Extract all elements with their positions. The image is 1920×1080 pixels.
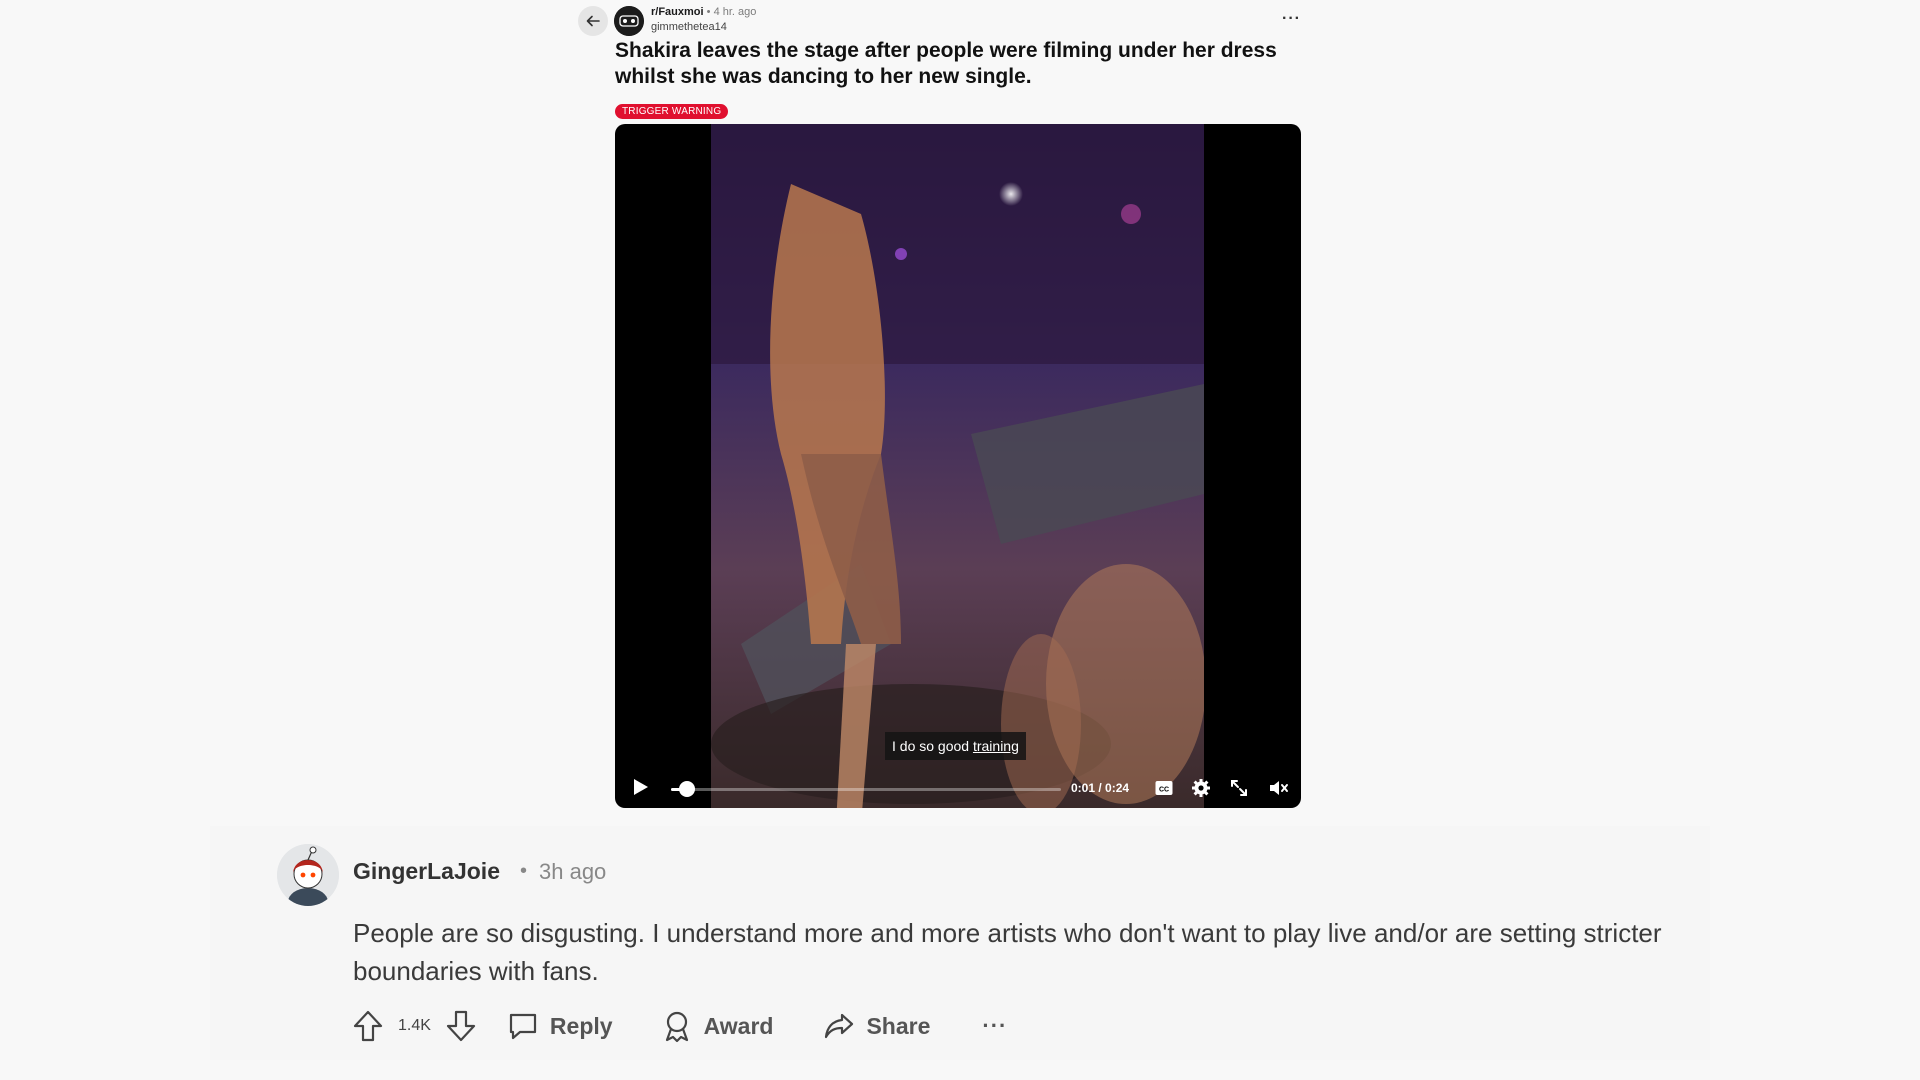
post-flair[interactable]: TRIGGER WARNING bbox=[615, 104, 729, 119]
share-arrow-icon bbox=[825, 1013, 854, 1039]
award-label: Award bbox=[703, 1012, 774, 1039]
comment-username[interactable]: GingerLaJoie bbox=[353, 858, 500, 885]
cc-label: CC bbox=[1159, 787, 1169, 794]
comment-bubble-icon bbox=[509, 1013, 537, 1040]
avatar[interactable] bbox=[277, 844, 339, 906]
seek-bar[interactable] bbox=[671, 788, 1061, 791]
fullscreen-icon[interactable] bbox=[1228, 777, 1250, 799]
video-caption: I do so good training bbox=[885, 732, 1026, 760]
upvote-arrow-icon bbox=[353, 1010, 383, 1042]
post-author[interactable]: gimmethetea14 bbox=[651, 20, 727, 34]
subreddit-avatar[interactable] bbox=[614, 6, 644, 36]
seek-handle[interactable] bbox=[679, 781, 695, 797]
arrow-left-icon bbox=[586, 15, 600, 27]
caption-link: training bbox=[972, 738, 1019, 754]
comment-time: 3h ago bbox=[539, 859, 607, 884]
play-icon[interactable] bbox=[629, 776, 651, 798]
comment-score: 1.4K bbox=[398, 1017, 431, 1034]
video-frame bbox=[711, 124, 1204, 808]
reply-label: Reply bbox=[549, 1012, 613, 1039]
comment-separator: • bbox=[520, 860, 528, 882]
time-readout: 0:01 / 0:24 bbox=[1071, 781, 1130, 795]
share-button[interactable]: Share bbox=[823, 1011, 930, 1041]
comment-actions: 1.4K Reply Award Share ··· bbox=[352, 1008, 1007, 1044]
back-button[interactable] bbox=[578, 6, 608, 36]
post-more-button[interactable]: ··· bbox=[1282, 10, 1301, 28]
downvote-arrow-icon bbox=[446, 1010, 476, 1042]
reply-button[interactable]: Reply bbox=[507, 1011, 613, 1041]
award-icon bbox=[665, 1011, 688, 1043]
video-player[interactable]: I do so good training 0:01 / 0:24 CC bbox=[615, 124, 1301, 808]
snoo-avatar-icon bbox=[277, 844, 339, 906]
meta-separator: • bbox=[706, 6, 711, 18]
subreddit-link[interactable]: r/Fauxmoi bbox=[651, 6, 704, 18]
post-meta: r/Fauxmoi • 4 hr. ago bbox=[651, 5, 756, 19]
closed-captions-icon[interactable]: CC bbox=[1155, 780, 1173, 796]
upvote-button[interactable] bbox=[352, 1009, 384, 1043]
subreddit-logo-icon bbox=[614, 6, 644, 36]
post-title: Shakira leaves the stage after people we… bbox=[615, 39, 1277, 88]
post-time: 4 hr. ago bbox=[713, 6, 757, 18]
share-label: Share bbox=[866, 1012, 931, 1039]
caption-text: I do so good bbox=[892, 738, 973, 754]
gear-icon[interactable] bbox=[1190, 777, 1212, 799]
comment-body: People are so disgusting. I understand m… bbox=[353, 918, 1662, 986]
comment-more-label: ··· bbox=[982, 1013, 1008, 1038]
comment-more-button[interactable]: ··· bbox=[982, 1013, 1007, 1039]
downvote-button[interactable] bbox=[445, 1009, 477, 1043]
award-button[interactable]: Award bbox=[661, 1009, 774, 1043]
mute-icon[interactable] bbox=[1267, 777, 1289, 799]
video-controls: 0:01 / 0:24 CC bbox=[615, 772, 1301, 808]
